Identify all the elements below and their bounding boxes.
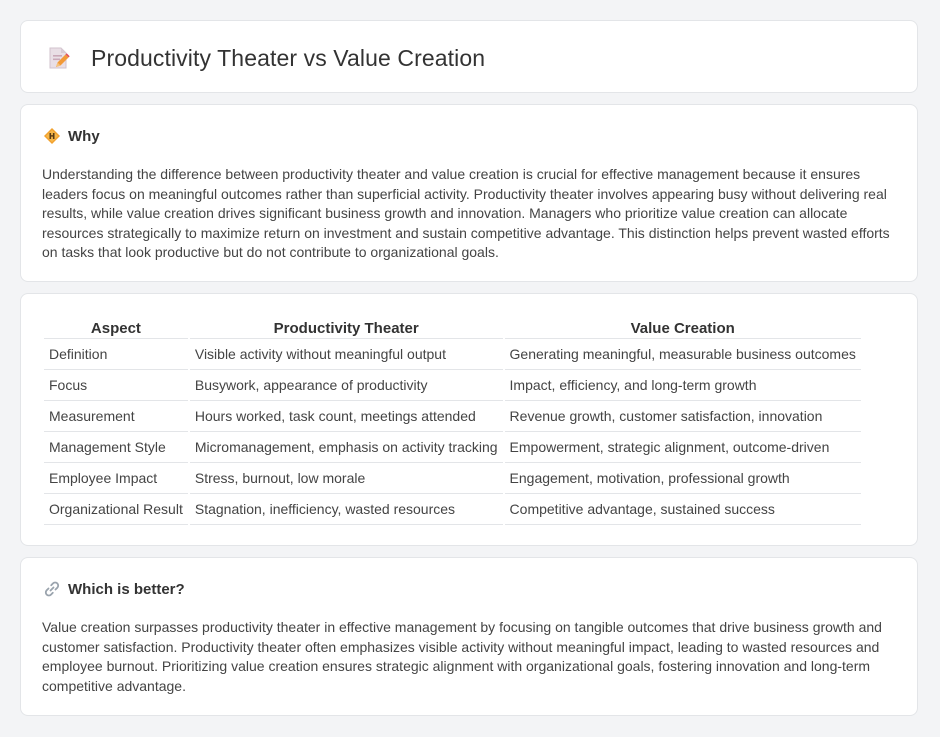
row-value-creation: Engagement, motivation, professional gro… xyxy=(504,463,861,494)
row-value-creation: Impact, efficiency, and long-term growth xyxy=(504,370,861,401)
why-title: Why xyxy=(68,127,100,145)
document-pencil-icon xyxy=(49,47,70,69)
row-aspect: Employee Impact xyxy=(44,463,188,494)
header-value-creation: Value Creation xyxy=(504,318,861,339)
row-value-creation: Competitive advantage, sustained success xyxy=(504,494,861,525)
table-header-row: Aspect Productivity Theater Value Creati… xyxy=(44,318,861,339)
row-productivity-theater: Visible activity without meaningful outp… xyxy=(189,339,503,370)
row-aspect: Definition xyxy=(44,339,188,370)
title-card: Productivity Theater vs Value Creation xyxy=(20,20,918,93)
why-body: Understanding the difference between pro… xyxy=(42,166,890,260)
row-aspect: Measurement xyxy=(44,401,188,432)
table-row: Measurement Hours worked, task count, me… xyxy=(44,401,861,432)
comparison-table: Aspect Productivity Theater Value Creati… xyxy=(42,318,863,525)
row-productivity-theater: Busywork, appearance of productivity xyxy=(189,370,503,401)
table-row: Organizational Result Stagnation, ineffi… xyxy=(44,494,861,525)
why-card: Why Understanding the difference between… xyxy=(20,104,918,282)
table-row: Definition Visible activity without mean… xyxy=(44,339,861,370)
row-productivity-theater: Stagnation, inefficiency, wasted resourc… xyxy=(189,494,503,525)
row-productivity-theater: Micromanagement, emphasis on activity tr… xyxy=(189,432,503,463)
which-is-better-card: Which is better? Value creation surpasse… xyxy=(20,557,918,716)
row-productivity-theater: Hours worked, task count, meetings atten… xyxy=(189,401,503,432)
comparison-table-card: Aspect Productivity Theater Value Creati… xyxy=(20,293,918,546)
row-value-creation: Empowerment, strategic alignment, outcom… xyxy=(504,432,861,463)
table-row: Employee Impact Stress, burnout, low mor… xyxy=(44,463,861,494)
row-value-creation: Generating meaningful, measurable busine… xyxy=(504,339,861,370)
link-icon xyxy=(44,581,60,597)
better-title: Which is better? xyxy=(68,580,185,598)
row-aspect: Focus xyxy=(44,370,188,401)
row-aspect: Organizational Result xyxy=(44,494,188,525)
why-heading: Why xyxy=(43,127,100,145)
header-productivity-theater: Productivity Theater xyxy=(189,318,503,339)
table-row: Focus Busywork, appearance of productivi… xyxy=(44,370,861,401)
header-aspect: Aspect xyxy=(44,318,188,339)
page-title: Productivity Theater vs Value Creation xyxy=(91,44,486,71)
row-productivity-theater: Stress, burnout, low morale xyxy=(189,463,503,494)
diamond-sign-icon xyxy=(44,128,60,144)
row-aspect: Management Style xyxy=(44,432,188,463)
title-row: Productivity Theater vs Value Creation xyxy=(45,41,485,75)
row-value-creation: Revenue growth, customer satisfaction, i… xyxy=(504,401,861,432)
better-body: Value creation surpasses productivity th… xyxy=(42,619,882,694)
table-row: Management Style Micromanagement, emphas… xyxy=(44,432,861,463)
better-heading: Which is better? xyxy=(43,580,185,598)
